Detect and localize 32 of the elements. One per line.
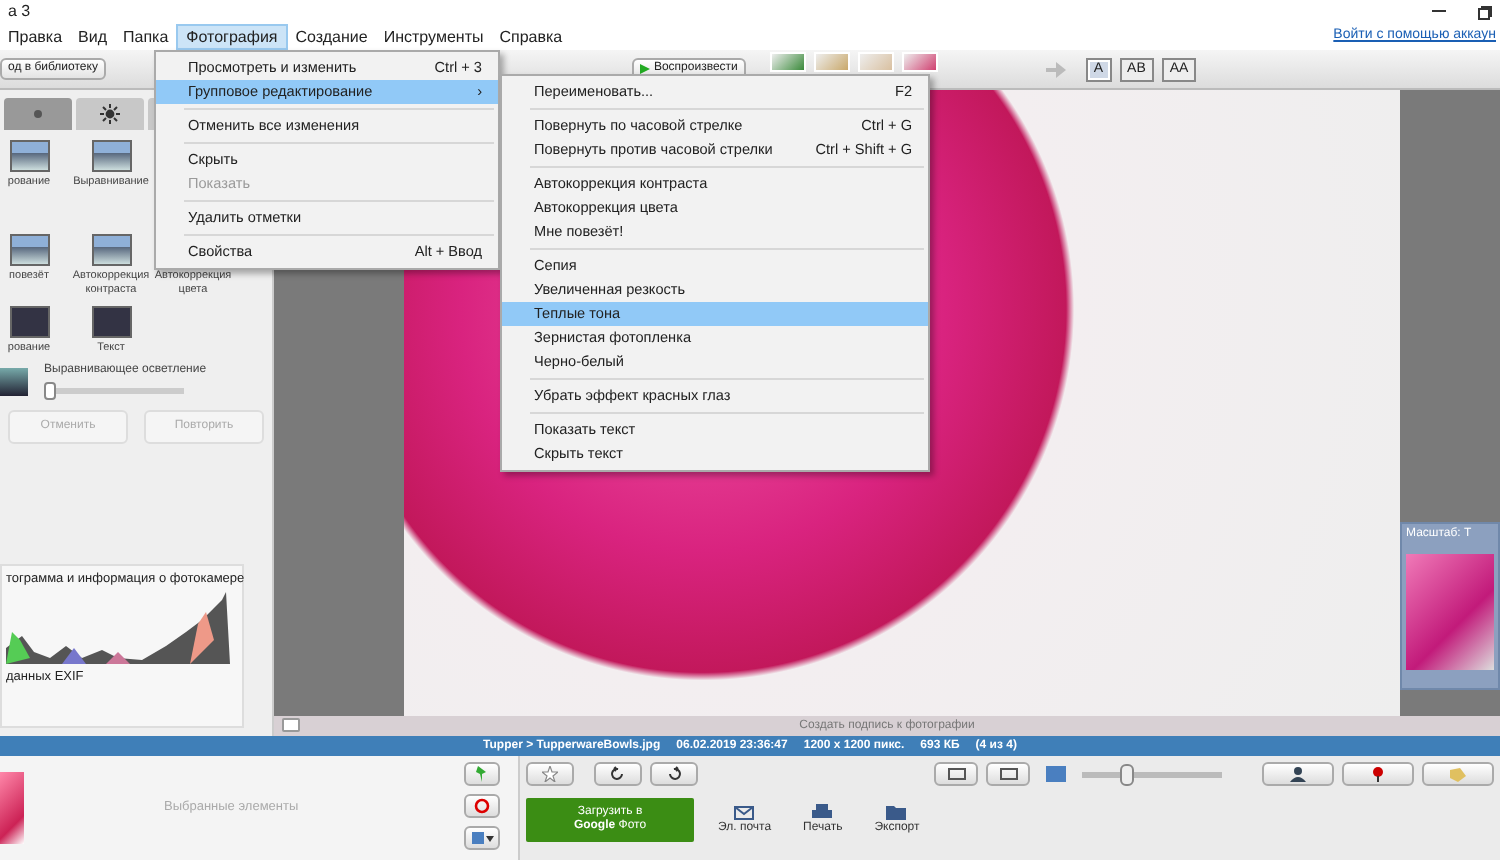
- minimize-icon[interactable]: [1432, 10, 1446, 14]
- menu-item[interactable]: Вид: [70, 24, 116, 50]
- effect-thumbnail[interactable]: [0, 368, 28, 397]
- mail-icon: [734, 804, 755, 821]
- menu-item[interactable]: Справка: [491, 24, 571, 50]
- thumbnail-placeholder[interactable]: [813, 51, 850, 71]
- dropdown-icon[interactable]: [464, 826, 500, 850]
- restore-icon[interactable]: [1478, 5, 1492, 19]
- slider-thumb[interactable]: [44, 382, 56, 401]
- thumbnail-placeholder[interactable]: [0, 772, 24, 844]
- printer-icon: [812, 804, 833, 821]
- person-icon[interactable]: [1262, 762, 1334, 786]
- thumbnail-placeholder[interactable]: [769, 51, 806, 71]
- rotate-right-icon[interactable]: [650, 762, 698, 786]
- zoom-slider-thumb[interactable]: [1119, 763, 1134, 785]
- menu-item[interactable]: Фотография: [176, 24, 288, 50]
- menu-item[interactable]: Инструменты: [375, 24, 492, 50]
- pin-icon[interactable]: [464, 762, 500, 786]
- rotate-left-icon[interactable]: [594, 762, 642, 786]
- thumbnail-placeholder[interactable]: [901, 51, 938, 71]
- single-view-icon[interactable]: [934, 762, 978, 786]
- menu-item[interactable]: Создание: [287, 24, 376, 50]
- folder-icon: [886, 804, 907, 821]
- thumbnail-placeholder[interactable]: [857, 51, 894, 71]
- caption-icon[interactable]: [282, 718, 300, 732]
- menu-item[interactable]: Правка: [0, 24, 71, 50]
- thumbnail-placeholder: [1406, 553, 1494, 670]
- window-title: а 3: [8, 2, 31, 22]
- menu-item[interactable]: Папка: [115, 24, 177, 50]
- map-pin-icon[interactable]: [1342, 762, 1414, 786]
- remove-icon[interactable]: [464, 794, 500, 818]
- sun-icon[interactable]: [76, 98, 144, 130]
